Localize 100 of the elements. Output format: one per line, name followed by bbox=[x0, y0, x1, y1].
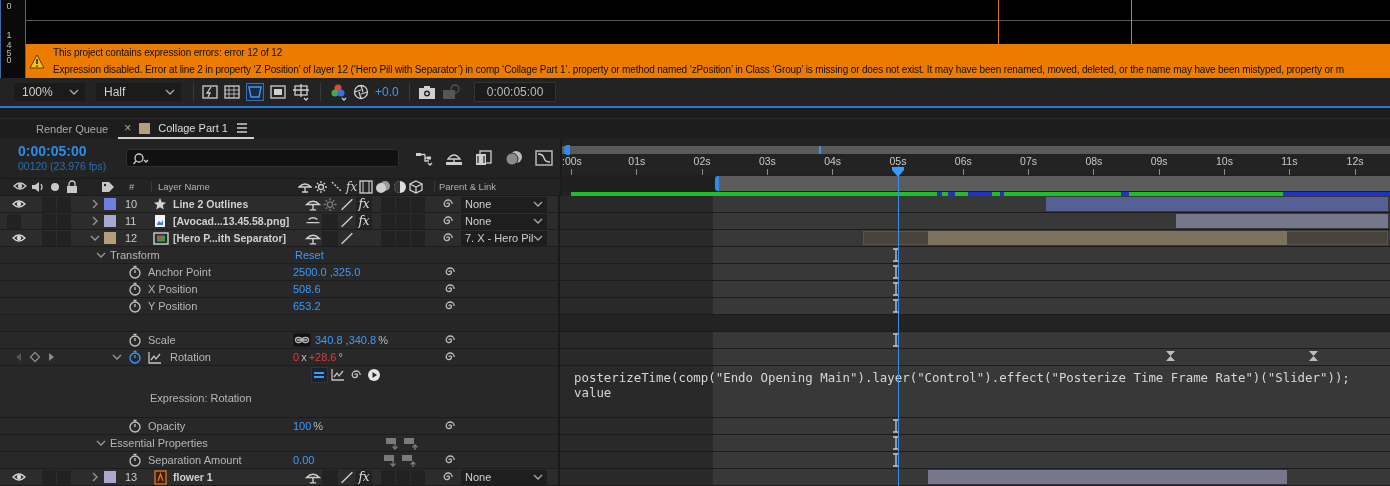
property-value[interactable]: 508.6 bbox=[293, 283, 321, 295]
panel-tab[interactable]: Render Queue bbox=[30, 119, 115, 139]
transparency-grid-icon[interactable] bbox=[224, 84, 240, 100]
column-header[interactable]: Parent & Link bbox=[434, 181, 497, 193]
stopwatch-icon[interactable] bbox=[128, 350, 142, 364]
chevron-right-icon[interactable] bbox=[90, 198, 100, 210]
fast-preview-icon[interactable] bbox=[202, 84, 218, 100]
close-button[interactable]: × bbox=[124, 121, 132, 135]
time-marker-icon bbox=[891, 265, 900, 279]
property-value[interactable]: 340.8 ,340.8 bbox=[315, 334, 377, 346]
time-ruler-label: 04s bbox=[824, 155, 842, 167]
quality-switch-icon[interactable] bbox=[339, 230, 355, 246]
navigator-handle[interactable] bbox=[564, 145, 570, 155]
effects-switch[interactable]: fx bbox=[356, 469, 372, 485]
stopwatch-icon[interactable] bbox=[128, 453, 142, 467]
stopwatch-icon[interactable] bbox=[128, 333, 142, 347]
pin-down-icon[interactable] bbox=[383, 452, 399, 468]
quality-switch-icon[interactable] bbox=[339, 469, 355, 485]
layer-name[interactable]: Line 2 Outlines bbox=[173, 198, 305, 210]
tab-label: Render Queue bbox=[36, 123, 109, 135]
frame-blending-icon[interactable] bbox=[475, 150, 493, 167]
chevron-right-icon[interactable] bbox=[90, 215, 100, 227]
effects-switch[interactable]: fx bbox=[356, 213, 372, 229]
chevron-right-icon[interactable] bbox=[90, 471, 100, 483]
graph-icon[interactable] bbox=[148, 350, 162, 364]
graph-editor-icon[interactable] bbox=[535, 150, 553, 167]
lock-icon[interactable] bbox=[65, 179, 79, 194]
keyframe-icon[interactable] bbox=[1164, 350, 1176, 362]
caret-icon bbox=[533, 473, 543, 481]
graph-icon[interactable] bbox=[331, 368, 345, 381]
menu-icon[interactable] bbox=[235, 122, 248, 134]
toggle-box[interactable] bbox=[322, 230, 338, 246]
quality-switch-icon[interactable] bbox=[339, 196, 355, 212]
current-time[interactable]: 0:00:05:00 bbox=[18, 143, 126, 161]
expression-enable-icon[interactable] bbox=[312, 367, 327, 382]
parent-dropdown[interactable]: None bbox=[461, 196, 547, 212]
parent-dropdown[interactable]: None bbox=[461, 213, 547, 229]
camera-icon[interactable] bbox=[417, 84, 436, 100]
expression-label: Expression: Rotation bbox=[149, 392, 252, 404]
reset-link[interactable]: Reset bbox=[295, 249, 324, 261]
layer-name[interactable]: [Hero P...ith Separator] bbox=[173, 232, 305, 244]
eye-icon[interactable] bbox=[13, 179, 27, 192]
property-value[interactable]: 0 bbox=[293, 351, 300, 363]
eye-icon[interactable] bbox=[12, 471, 26, 483]
quality-switch-icon[interactable] bbox=[339, 213, 355, 229]
label-color-swatch[interactable] bbox=[104, 471, 116, 483]
label-color-swatch[interactable] bbox=[104, 215, 116, 227]
time-ruler-label: 06s bbox=[954, 155, 972, 167]
property-value[interactable]: 100 bbox=[293, 420, 312, 432]
layer-name[interactable]: [Avocad...13.45.58.png] bbox=[173, 215, 305, 227]
column-header[interactable]: # bbox=[129, 181, 151, 193]
motion-blur-icon[interactable] bbox=[505, 150, 523, 167]
motion-blur-icon bbox=[375, 179, 392, 194]
stopwatch-icon[interactable] bbox=[128, 265, 142, 279]
add-keyframe-icon[interactable] bbox=[29, 351, 41, 363]
flowchart-icon[interactable] bbox=[415, 150, 433, 167]
eye-icon[interactable] bbox=[12, 232, 26, 244]
tab-label: Collage Part 1 bbox=[158, 122, 228, 134]
property-value[interactable]: 0.00 bbox=[293, 454, 315, 466]
label-tag-icon[interactable] bbox=[101, 179, 115, 194]
layer-name[interactable]: flower 1 bbox=[173, 471, 305, 483]
next-keyframe-icon[interactable] bbox=[47, 351, 56, 363]
speaker-icon[interactable] bbox=[31, 179, 45, 194]
pin-up-icon[interactable] bbox=[401, 452, 417, 468]
code-line[interactable]: value bbox=[574, 385, 1350, 400]
label-color-swatch[interactable] bbox=[104, 198, 116, 210]
exposure-reset-icon[interactable] bbox=[353, 84, 369, 100]
time-ruler-label: 08s bbox=[1085, 155, 1103, 167]
toggle-box[interactable] bbox=[322, 469, 338, 485]
mask-path-icon[interactable] bbox=[246, 83, 264, 101]
caret-icon bbox=[69, 88, 79, 96]
effects-switch[interactable]: fx bbox=[356, 196, 372, 212]
zoom-dropdown[interactable]: 100% bbox=[14, 83, 85, 101]
property-value[interactable]: 2500.0 ,325.0 bbox=[293, 266, 361, 278]
stopwatch-icon[interactable] bbox=[128, 299, 142, 313]
property-name: Anchor Point bbox=[148, 266, 211, 278]
exposure-value[interactable]: +0.0 bbox=[375, 85, 399, 99]
eye-icon[interactable] bbox=[12, 198, 26, 210]
color-channels-icon[interactable] bbox=[329, 83, 347, 101]
play-icon[interactable] bbox=[367, 367, 381, 382]
collapse-switch-icon[interactable] bbox=[322, 196, 338, 212]
layer-number: 11 bbox=[125, 215, 138, 227]
region-of-interest-icon[interactable] bbox=[270, 84, 286, 100]
pin-up-icon[interactable] bbox=[403, 435, 419, 451]
search-field[interactable] bbox=[126, 149, 399, 168]
search-icon bbox=[133, 151, 149, 165]
column-header[interactable]: Layer Name bbox=[151, 181, 298, 193]
property-value[interactable]: 653.2 bbox=[293, 300, 321, 312]
layer-number: 13 bbox=[125, 471, 139, 483]
parent-dropdown[interactable]: None bbox=[461, 469, 547, 485]
constrain-proportions-icon[interactable] bbox=[293, 333, 311, 347]
stopwatch-icon[interactable] bbox=[128, 282, 142, 296]
pin-down-icon[interactable] bbox=[385, 435, 401, 451]
grid-guides-icon[interactable] bbox=[292, 83, 310, 101]
label-color-swatch[interactable] bbox=[104, 232, 116, 244]
keyframe-icon[interactable] bbox=[1308, 350, 1320, 362]
timecode-field[interactable]: 0:00:05:00 bbox=[473, 82, 557, 102]
stopwatch-icon[interactable] bbox=[128, 419, 142, 433]
parent-dropdown[interactable]: 7. X - Hero Pil bbox=[461, 230, 547, 246]
resolution-dropdown[interactable]: Half bbox=[96, 83, 181, 101]
